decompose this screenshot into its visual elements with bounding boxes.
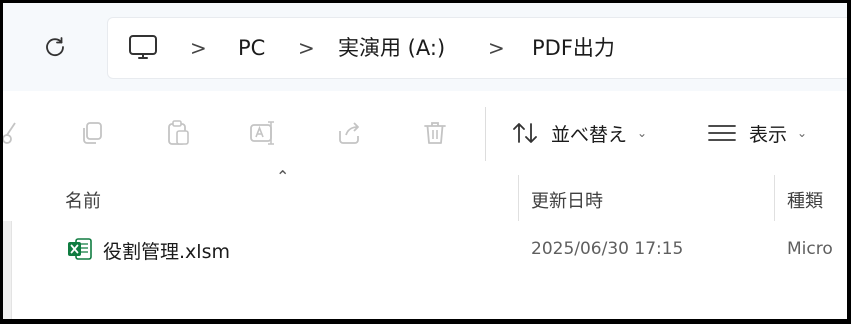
command-bar: 並べ替え ⌄ 表示 ⌄ — [3, 91, 847, 176]
file-name[interactable]: 役割管理.xlsm — [103, 237, 230, 264]
column-header-modified[interactable]: 更新日時 — [531, 187, 603, 213]
file-type: Micro — [787, 239, 833, 259]
file-row[interactable]: 役割管理.xlsm 2025/06/30 17:15 Micro — [51, 227, 847, 271]
this-pc-icon[interactable] — [128, 34, 158, 62]
column-headers: ⌃ 名前 更新日時 種類 — [3, 167, 847, 221]
breadcrumb-item-drive[interactable]: 実演用 (A:) — [338, 18, 445, 78]
file-modified-date: 2025/06/30 17:15 — [531, 239, 684, 259]
column-divider[interactable] — [774, 175, 775, 221]
sort-icon — [513, 123, 537, 143]
view-list-icon — [708, 125, 736, 141]
paste-icon[interactable] — [164, 119, 192, 147]
cut-icon[interactable] — [0, 119, 21, 147]
sort-button-label: 並べ替え — [551, 123, 628, 146]
refresh-button[interactable] — [39, 31, 71, 63]
share-icon[interactable] — [336, 119, 364, 147]
refresh-icon — [46, 37, 64, 57]
address-bar-row: > PC > 実演用 (A:) > PDF出力 — [3, 3, 847, 92]
toolbar-divider — [485, 107, 486, 161]
excel-file-icon — [68, 238, 92, 260]
view-button-label: 表示 — [749, 123, 788, 146]
view-button[interactable]: 表示 ⌄ — [707, 111, 807, 155]
breadcrumb-chevron-icon[interactable]: > — [488, 18, 505, 78]
chevron-down-icon: ⌄ — [637, 126, 648, 140]
file-explorer-window: > PC > 実演用 (A:) > PDF出力 並べ替え ⌄ 表示 ⌄ ⌃ 名前… — [0, 0, 851, 324]
breadcrumb-item-folder[interactable]: PDF出力 — [532, 18, 615, 78]
sort-button[interactable]: 並べ替え ⌄ — [511, 111, 647, 155]
breadcrumb-chevron-icon[interactable]: > — [190, 18, 207, 78]
delete-icon[interactable] — [421, 119, 449, 147]
copy-icon[interactable] — [79, 119, 107, 147]
breadcrumb-item-pc[interactable]: PC — [238, 18, 265, 78]
column-header-type[interactable]: 種類 — [787, 187, 823, 213]
breadcrumb[interactable]: > PC > 実演用 (A:) > PDF出力 — [107, 17, 847, 79]
column-header-name[interactable]: 名前 — [65, 187, 101, 213]
chevron-down-icon: ⌄ — [797, 126, 808, 140]
column-divider[interactable] — [518, 175, 519, 221]
breadcrumb-chevron-icon[interactable]: > — [298, 18, 315, 78]
sort-ascending-icon: ⌃ — [276, 167, 290, 186]
rename-icon[interactable] — [249, 119, 277, 147]
